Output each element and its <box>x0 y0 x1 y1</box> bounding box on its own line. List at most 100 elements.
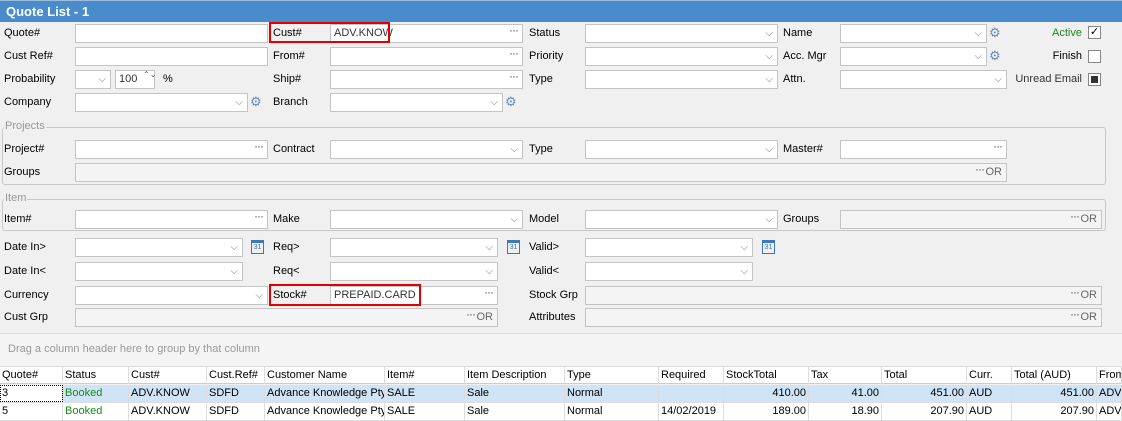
stock-grp-input[interactable]: ··· OR <box>585 284 1102 305</box>
cust-grp-input[interactable]: ··· OR <box>75 306 498 327</box>
chevron-down-icon[interactable]: ⌵ <box>740 263 748 280</box>
finish-checkbox[interactable] <box>1088 50 1101 63</box>
ellipsis-icon[interactable]: ··· <box>975 161 985 178</box>
settings-gear-icon[interactable]: ⚙ <box>989 47 1001 65</box>
column-header[interactable]: Status <box>63 367 129 384</box>
req-lt-select[interactable]: ⌵ <box>330 262 498 281</box>
column-header[interactable]: Item# <box>385 367 465 384</box>
contract-select[interactable]: ⌵ <box>330 140 523 159</box>
ellipsis-icon[interactable]: ··· <box>993 138 1003 155</box>
column-header[interactable]: From <box>1097 367 1122 384</box>
attn-select[interactable]: ⌵ <box>840 70 1007 89</box>
or-toggle[interactable]: OR <box>1081 211 1098 228</box>
chevron-down-icon[interactable]: ⌵ <box>994 71 1002 88</box>
chevron-down-icon[interactable]: ⌵ <box>974 48 982 65</box>
chevron-down-icon[interactable]: ⌵ <box>485 239 493 256</box>
date-in-gt-select[interactable]: ⌵ <box>75 238 243 257</box>
or-toggle[interactable]: OR <box>986 164 1003 181</box>
settings-gear-icon[interactable]: ⚙ <box>250 93 262 111</box>
valid-gt-select[interactable]: ⌵ <box>585 238 753 257</box>
ellipsis-icon[interactable]: ··· <box>484 284 494 301</box>
active-checkbox[interactable]: ✓ <box>1088 26 1101 39</box>
chevron-down-icon[interactable]: ⌵ <box>974 25 982 42</box>
spinner-arrows-icon[interactable]: ⌃⌄ <box>143 70 156 79</box>
stock-grp-label: Stock Grp <box>529 289 578 301</box>
column-header[interactable]: Quote# <box>0 367 63 384</box>
column-header[interactable]: Customer Name <box>265 367 385 384</box>
column-header[interactable]: StockTotal <box>724 367 809 384</box>
date-in-lt-select[interactable]: ⌵ <box>75 262 243 281</box>
column-header[interactable]: Cust.Ref# <box>207 367 265 384</box>
ellipsis-icon[interactable]: ··· <box>1070 306 1080 323</box>
chevron-down-icon[interactable]: ⌵ <box>485 263 493 280</box>
table-row[interactable]: 5 Booked ADV.KNOW SDFD Advance Knowledge Pty… <box>0 403 1122 421</box>
settings-gear-icon[interactable]: ⚙ <box>989 24 1001 42</box>
project-no-input[interactable]: ··· <box>75 138 268 159</box>
cust-ref-input[interactable] <box>75 47 268 66</box>
priority-select[interactable]: ⌵ <box>585 47 778 66</box>
type-select[interactable]: ⌵ <box>585 70 778 89</box>
ellipsis-icon[interactable]: ··· <box>1070 208 1080 225</box>
req-gt-select[interactable]: ⌵ <box>330 238 498 257</box>
status-select[interactable]: ⌵ <box>585 24 778 43</box>
or-toggle[interactable]: OR <box>1081 309 1098 326</box>
ellipsis-icon[interactable]: ··· <box>509 22 519 39</box>
chevron-down-icon[interactable]: ⌵ <box>765 211 773 228</box>
column-header[interactable]: Tax <box>809 367 882 384</box>
project-groups-input[interactable]: ··· OR <box>75 161 1007 182</box>
table-row[interactable]: 3 Booked ADV.KNOW SDFD Advance Knowledge Pty… <box>0 385 1122 403</box>
column-header[interactable]: Type <box>565 367 659 384</box>
chevron-down-icon[interactable]: ⌵ <box>490 94 498 111</box>
chevron-down-icon[interactable]: ⌵ <box>765 141 773 158</box>
from-no-input[interactable]: ··· <box>330 45 523 66</box>
ellipsis-icon[interactable]: ··· <box>1070 284 1080 301</box>
chevron-down-icon[interactable]: ⌵ <box>230 239 238 256</box>
group-by-panel[interactable]: Drag a column header here to group by th… <box>0 333 1122 366</box>
column-header[interactable]: Required <box>659 367 724 384</box>
ellipsis-icon[interactable]: ··· <box>509 68 519 85</box>
settings-gear-icon[interactable]: ⚙ <box>505 93 517 111</box>
branch-select[interactable]: ⌵ <box>330 93 503 112</box>
chevron-down-icon[interactable]: ⌵ <box>510 141 518 158</box>
calendar-icon[interactable]: 31 <box>507 240 520 254</box>
make-select[interactable]: ⌵ <box>330 210 523 229</box>
column-header[interactable]: Total (AUD) <box>1012 367 1097 384</box>
valid-lt-select[interactable]: ⌵ <box>585 262 753 281</box>
calendar-icon[interactable]: 31 <box>762 240 775 254</box>
chevron-down-icon[interactable]: ⌵ <box>765 48 773 65</box>
currency-select[interactable]: ⌵ <box>75 286 268 305</box>
chevron-down-icon[interactable]: ⌵ <box>230 263 238 280</box>
ship-no-input[interactable]: ··· <box>330 68 523 89</box>
project-type-select[interactable]: ⌵ <box>585 140 778 159</box>
calendar-icon[interactable]: 31 <box>251 240 264 254</box>
master-no-input[interactable]: ··· <box>840 138 1007 159</box>
quote-no-input[interactable] <box>75 24 268 43</box>
model-select[interactable]: ⌵ <box>585 210 778 229</box>
column-header[interactable]: Total <box>882 367 967 384</box>
column-header[interactable]: Curr. <box>967 367 1012 384</box>
chevron-down-icon[interactable]: ⌵ <box>740 239 748 256</box>
item-groups-input[interactable]: ··· OR <box>840 208 1102 229</box>
chevron-down-icon[interactable]: ⌵ <box>765 25 773 42</box>
ellipsis-icon[interactable]: ··· <box>466 306 476 323</box>
chevron-down-icon[interactable]: ⌵ <box>235 94 243 111</box>
or-toggle[interactable]: OR <box>1081 287 1098 304</box>
name-select[interactable]: ⌵ <box>840 24 987 43</box>
item-no-input[interactable]: ··· <box>75 208 268 229</box>
chevron-down-icon[interactable]: ⌵ <box>255 287 263 304</box>
company-select[interactable]: ⌵ <box>75 93 248 112</box>
or-toggle[interactable]: OR <box>477 309 494 326</box>
probability-select[interactable]: ⌵ <box>75 70 111 89</box>
column-header[interactable]: Item Description <box>465 367 565 384</box>
ellipsis-icon[interactable]: ··· <box>254 138 264 155</box>
attributes-input[interactable]: ··· OR <box>585 306 1102 327</box>
attributes-label: Attributes <box>529 311 576 323</box>
column-header[interactable]: Cust# <box>129 367 207 384</box>
chevron-down-icon[interactable]: ⌵ <box>98 71 106 88</box>
acc-mgr-select[interactable]: ⌵ <box>840 47 987 66</box>
chevron-down-icon[interactable]: ⌵ <box>510 211 518 228</box>
ellipsis-icon[interactable]: ··· <box>254 208 264 225</box>
chevron-down-icon[interactable]: ⌵ <box>765 71 773 88</box>
ellipsis-icon[interactable]: ··· <box>509 45 519 62</box>
unread-email-checkbox[interactable] <box>1088 73 1101 86</box>
